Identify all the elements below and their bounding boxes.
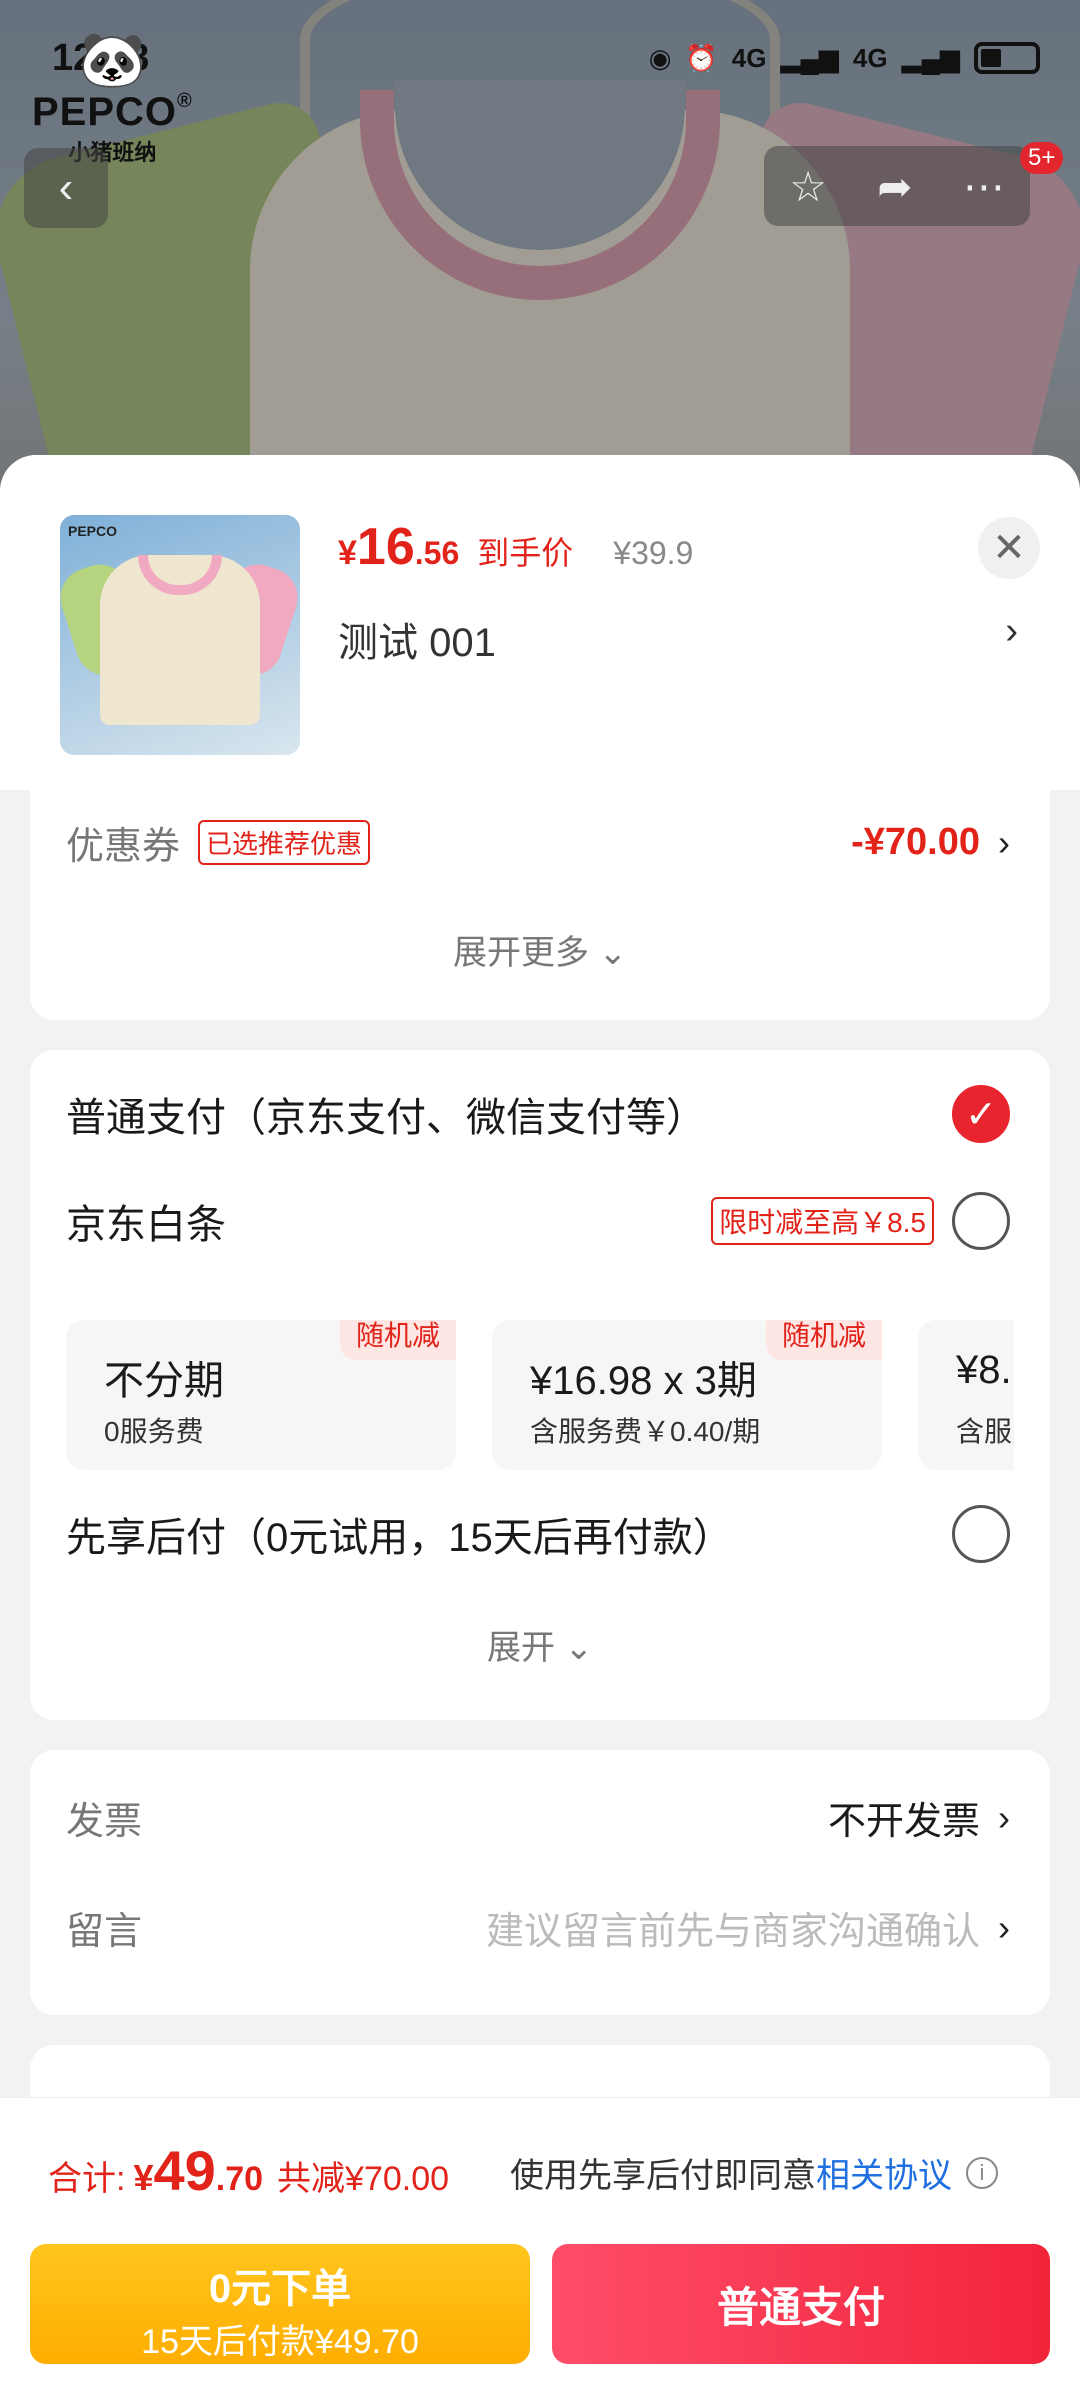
pay-later-button[interactable]: 0元下单 15天后付款¥49.70 <box>30 2244 530 2364</box>
plan-card[interactable]: 随机减 不分期 0服务费 <box>66 1320 456 1470</box>
price-label: 到手价 <box>477 535 574 571</box>
eye-icon: ◉ <box>648 42 672 73</box>
plan-title: 不分期 <box>104 1359 224 1403</box>
info-icon[interactable]: i <box>966 2156 998 2189</box>
agreement-link[interactable]: 相关协议 <box>816 2148 952 2197</box>
plan-card[interactable]: 随机减 ¥16.98 x 3期 含服务费￥0.40/期 <box>492 1320 882 1470</box>
normal-pay-option[interactable]: 普通支付（京东支付、微信支付等） ✓ <box>66 1085 1010 1143</box>
pay-later-option[interactable]: 先享后付（0元试用，15天后再付款） <box>66 1505 1010 1563</box>
invoice-label: 发票 <box>66 1801 143 1843</box>
plan-badge: 随机减 <box>765 1320 882 1360</box>
plan-card[interactable]: ¥8. 含服 <box>918 1320 1014 1470</box>
plan-badge: 随机减 <box>339 1320 456 1360</box>
thumbnail-logo-text: PEPCO <box>68 523 118 539</box>
plan-sub: 含服务费￥0.40/期 <box>530 1416 761 1447</box>
normal-pay-title: 普通支付（京东支付、微信支付等） <box>66 1096 706 1140</box>
signal-icon: ▂▄▆ <box>780 42 839 73</box>
total-label: 合计: <box>48 2160 126 2198</box>
signal-4g-label: 4G <box>731 42 767 73</box>
signal-icon-2: ▂▄▆ <box>901 42 960 73</box>
check-icon[interactable]: ✓ <box>952 1085 1010 1143</box>
plan-sub: 0服务费 <box>104 1416 204 1447</box>
chevron-down-icon: ⌄ <box>598 934 627 972</box>
total-decimal: .70 <box>215 2160 264 2198</box>
chevron-left-icon: ‹ <box>58 163 74 212</box>
baitiao-radio[interactable] <box>952 1192 1010 1250</box>
coupon-row[interactable]: 优惠券 已选推荐优惠 -¥70.00 › <box>66 815 1010 870</box>
product-summary: PEPCO ¥16.56 到手价 ¥39.9 ✕ 测试 001 › <box>0 455 1080 790</box>
price-row: ¥16.56 到手价 ¥39.9 <box>338 517 693 577</box>
payment-card: 普通支付（京东支付、微信支付等） ✓ 京东白条 限时减至高￥8.5 随机减 不分… <box>30 1050 1050 1720</box>
invoice-card: 发票 不开发票 › 留言 建议留言前先与商家沟通确认 › <box>30 1750 1050 2015</box>
agreement-text: 使用先享后付即同意 相关协议 i <box>510 2148 998 2197</box>
pay-later-button-sub: 15天后付款¥49.70 <box>141 2323 419 2361</box>
star-icon[interactable]: ☆ <box>789 162 827 211</box>
chevron-right-icon: › <box>998 1796 1010 1838</box>
expand-label: 展开 <box>487 1629 556 1667</box>
brand-logo: 🐼 PEPCO® 小猪班纳 <box>32 30 193 167</box>
price-currency: ¥ <box>338 534 357 572</box>
header-actions: ☆ ➦ ⋯ <box>764 146 1030 226</box>
price-decimal: .56 <box>414 535 460 571</box>
close-button[interactable]: ✕ <box>978 517 1040 579</box>
expand-button[interactable]: 展开 ⌄ <box>30 1620 1050 1669</box>
price-integer: 16 <box>356 518 415 576</box>
signal-4g-label-2: 4G <box>852 42 888 73</box>
baitiao-promo: 限时减至高￥8.5 <box>711 1197 934 1245</box>
total-currency: ¥ <box>133 2157 154 2198</box>
chevron-right-icon: › <box>998 1906 1010 1948</box>
expand-more-button[interactable]: 展开更多 ⌄ <box>30 925 1050 974</box>
status-bar: 12:08 ◉ ⏰ 4G ▂▄▆ 4G ▂▄▆ <box>52 30 1040 86</box>
installment-plans: 随机减 不分期 0服务费 随机减 ¥16.98 x 3期 含服务费￥0.40/期… <box>66 1320 1014 1470</box>
invoice-row[interactable]: 发票 不开发票 › <box>66 1790 1010 1845</box>
message-row[interactable]: 留言 建议留言前先与商家沟通确认 › <box>66 1900 1010 1955</box>
product-thumbnail: PEPCO <box>60 515 300 755</box>
plan-title: ¥8. <box>956 1348 1012 1392</box>
pay-later-title: 先享后付（0元试用，15天后再付款） <box>66 1516 733 1560</box>
brand-name: PEPCO <box>32 90 178 134</box>
checkout-footer: 合计: ¥ 49 .70 共减¥70.00 使用先享后付即同意 相关协议 i 0… <box>0 2097 1080 2400</box>
next-card <box>30 2045 1050 2105</box>
plan-title: ¥16.98 x 3期 <box>530 1359 757 1403</box>
total-integer: 49 <box>153 2139 216 2202</box>
close-icon: ✕ <box>992 526 1026 570</box>
agree-text: 使用先享后付即同意 <box>510 2157 816 2195</box>
back-button[interactable]: ‹ <box>24 148 108 228</box>
chevron-right-icon[interactable]: › <box>1005 610 1018 653</box>
baitiao-title: 京东白条 <box>66 1203 226 1247</box>
brand-reg: ® <box>177 90 193 112</box>
plan-sub: 含服 <box>956 1416 1013 1447</box>
invoice-value: 不开发票 <box>827 1801 980 1843</box>
pay-later-button-title: 0元下单 <box>208 2267 352 2311</box>
chevron-down-icon: ⌄ <box>564 1629 593 1667</box>
total-price: 合计: ¥ 49 .70 共减¥70.00 <box>48 2138 449 2203</box>
alarm-icon: ⏰ <box>685 42 718 73</box>
chevron-right-icon: › <box>998 821 1010 863</box>
normal-pay-button[interactable]: 普通支付 <box>552 2244 1050 2364</box>
baitiao-option[interactable]: 京东白条 限时减至高￥8.5 <box>66 1192 1010 1250</box>
total-reduce: 共减¥70.00 <box>277 2160 450 2198</box>
original-price: ¥39.9 <box>613 535 694 571</box>
message-badge: 5+ <box>1020 142 1064 174</box>
share-icon[interactable]: ➦ <box>877 162 912 211</box>
coupon-tag: 已选推荐优惠 <box>198 820 371 865</box>
coupon-label: 优惠券 <box>66 826 181 868</box>
coupon-amount: -¥70.00 <box>851 821 980 863</box>
variant-selector[interactable]: 测试 001 <box>338 610 496 668</box>
panda-logo-icon: 🐼 <box>78 30 147 90</box>
message-placeholder: 建议留言前先与商家沟通确认 <box>485 1911 980 1953</box>
pay-later-radio[interactable] <box>952 1505 1010 1563</box>
checkout-sheet: PEPCO ¥16.56 到手价 ¥39.9 ✕ 测试 001 › 优惠券 已选… <box>0 455 1080 2400</box>
battery-icon <box>974 42 1040 74</box>
coupon-card: 优惠券 已选推荐优惠 -¥70.00 › 展开更多 ⌄ <box>30 790 1050 1020</box>
expand-more-label: 展开更多 <box>453 934 590 972</box>
message-label: 留言 <box>66 1911 143 1953</box>
more-icon[interactable]: ⋯ <box>963 162 1005 211</box>
